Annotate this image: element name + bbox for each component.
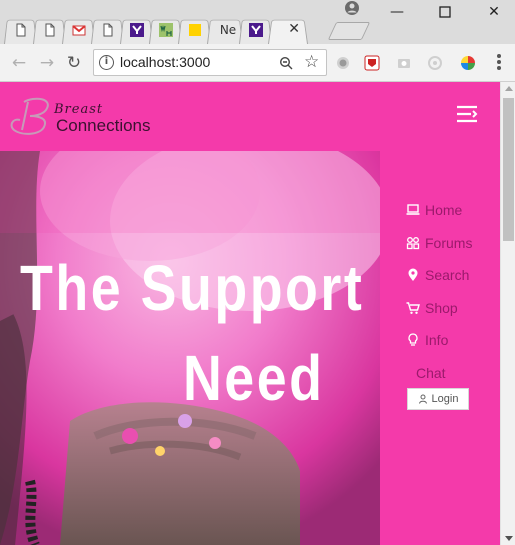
document-icon [103, 23, 113, 37]
close-window-icon[interactable]: ✕ [484, 4, 504, 20]
gmail-icon [72, 25, 86, 36]
scrollbar-thumb[interactable] [503, 98, 514, 241]
login-button[interactable]: Login [407, 388, 469, 410]
logo-script-text: Breast [54, 102, 104, 117]
users-icon [406, 236, 420, 249]
minimize-icon[interactable]: — [387, 4, 407, 20]
extension-target-icon[interactable] [427, 55, 443, 71]
nav-label-info: Info [425, 332, 449, 349]
lightbulb-icon [408, 333, 418, 346]
nav-item-info[interactable]: Info [406, 324, 500, 357]
extension-colorwheel-icon[interactable] [460, 55, 476, 71]
browser-tab-active[interactable]: ✕ [268, 14, 308, 44]
document-icon [16, 23, 26, 37]
laptop-icon [406, 204, 420, 216]
nav-item-forums[interactable]: Forums [406, 227, 500, 260]
logo-b-mark-icon [10, 97, 49, 135]
maximize-icon[interactable] [439, 6, 451, 18]
address-bar[interactable]: i localhost:3000 ☆ [93, 49, 327, 76]
hero-title: The Support Need [20, 243, 365, 423]
page-viewport: Breast Connections The Support Need Home… [0, 82, 500, 545]
webhost-icon [159, 23, 173, 37]
forward-arrow-icon[interactable]: → [37, 53, 57, 73]
bookmark-star-icon[interactable]: ☆ [304, 52, 319, 72]
menu-toggle-icon[interactable] [455, 104, 479, 124]
info-icon[interactable]: i [99, 55, 114, 70]
browser-toolbar: ← → ↻ i localhost:3000 ☆ [0, 44, 515, 82]
location-pin-icon [408, 268, 418, 282]
nav-item-search[interactable]: Search [406, 259, 500, 292]
zoom-icon[interactable] [279, 56, 293, 70]
nav-label-forums: Forums [425, 234, 473, 251]
extension-circle-icon[interactable] [335, 55, 351, 71]
new-tab-button[interactable] [327, 22, 371, 40]
site-logo[interactable]: Breast Connections [10, 94, 160, 138]
yahoo-icon [130, 23, 144, 37]
tab-strip: Ne ✕ [4, 14, 308, 44]
cart-icon [406, 302, 420, 314]
scroll-down-arrow-icon[interactable] [505, 536, 513, 541]
side-navigation: Home Forums Search Shop Info Chat [406, 194, 500, 389]
browser-tab[interactable]: Ne [207, 14, 243, 44]
login-label: Login [431, 393, 459, 405]
tab-label: Ne [219, 23, 237, 37]
document-icon [45, 23, 55, 37]
extension-shield-icon[interactable] [364, 55, 380, 71]
nav-label-search: Search [425, 267, 470, 284]
extension-camera-icon[interactable] [396, 55, 412, 71]
hero-title-line-2: Need [182, 342, 325, 414]
reload-icon[interactable]: ↻ [64, 53, 84, 73]
close-tab-icon[interactable]: ✕ [288, 21, 300, 37]
nav-item-home[interactable]: Home [406, 194, 500, 227]
user-icon [418, 394, 427, 404]
nav-item-shop[interactable]: Shop [406, 292, 500, 325]
hero-title-line-1: The Support [20, 252, 365, 324]
yahoo-icon [249, 23, 263, 37]
page-scrollbar[interactable] [500, 82, 515, 545]
nav-item-chat[interactable]: Chat [406, 357, 500, 390]
url-text: localhost:3000 [120, 54, 211, 70]
logo-word-text: Connections [56, 116, 151, 135]
back-arrow-icon[interactable]: ← [9, 53, 29, 73]
nav-label-home: Home [425, 202, 463, 219]
nav-label-shop: Shop [425, 299, 458, 316]
yellow-square-icon [189, 24, 201, 36]
browser-titlebar: Ne ✕ — ✕ [0, 0, 515, 44]
profile-icon[interactable] [345, 1, 359, 15]
nav-label-chat: Chat [416, 364, 446, 381]
browser-menu-icon[interactable] [496, 54, 502, 72]
hero-image: The Support Need [0, 151, 380, 545]
scroll-up-arrow-icon[interactable] [505, 86, 513, 91]
